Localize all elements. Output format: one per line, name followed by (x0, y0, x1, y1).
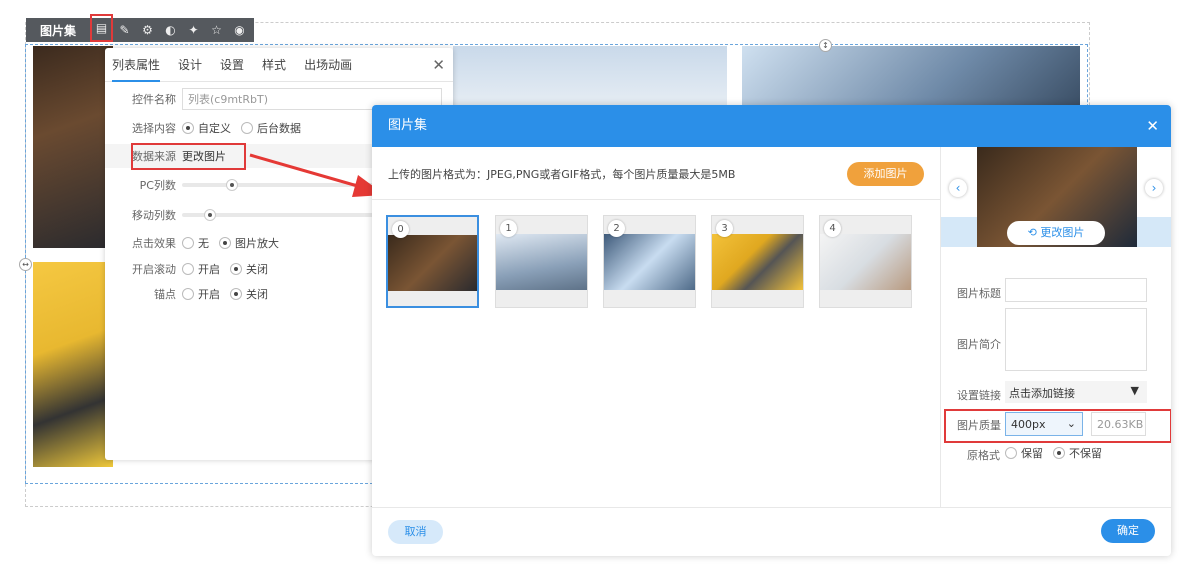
format-radio-discard[interactable]: 不保留 (1053, 445, 1102, 461)
tab-animation[interactable]: 出场动画 (304, 48, 352, 82)
mobile-cols-label: 移动列数 (132, 209, 176, 222)
link-label: 设置链接 (957, 389, 1001, 402)
tab-design[interactable]: 设计 (178, 48, 202, 82)
star-icon[interactable]: ☆ (205, 18, 228, 42)
click-radio-zoom[interactable]: 图片放大 (219, 235, 279, 251)
confirm-button[interactable]: 确定 (1101, 519, 1155, 543)
thumb-3[interactable]: 3 (711, 215, 804, 308)
panel-tabs: 列表属性 设计 设置 样式 出场动画 ✕ (105, 48, 453, 82)
anchor-radio-on[interactable]: 开启 (182, 286, 220, 302)
content-label: 选择内容 (132, 122, 176, 135)
resize-handle-top[interactable]: ↕ (819, 39, 832, 52)
refresh-icon: ⟲ (1027, 226, 1041, 239)
content-radio-custom[interactable]: 自定义 (182, 120, 231, 136)
click-radio-none[interactable]: 无 (182, 235, 209, 251)
title-label: 图片标题 (957, 287, 1001, 300)
list-settings-icon[interactable]: ▤ (90, 14, 114, 42)
tab-style[interactable]: 样式 (262, 48, 286, 82)
tab-settings[interactable]: 设置 (220, 48, 244, 82)
control-name-label: 控件名称 (132, 93, 176, 106)
quality-select[interactable]: 400px ⌄ (1005, 412, 1083, 436)
add-image-button[interactable]: 添加图片 (847, 162, 924, 186)
quality-size: 20.63KB (1091, 412, 1146, 436)
scroll-radio-on[interactable]: 开启 (182, 261, 220, 277)
scroll-radio-off[interactable]: 关闭 (230, 261, 268, 277)
gallery-modal: 图片集 ✕ 上传的图片格式为：JPEG,PNG或者GIF格式，每个图片质量最大是5… (372, 105, 1171, 556)
mobile-cols-slider[interactable] (182, 209, 382, 221)
cancel-button[interactable]: 取消 (388, 520, 443, 544)
modal-header: 图片集 ✕ (372, 105, 1171, 147)
thumb-4[interactable]: 4 (819, 215, 912, 308)
close-icon[interactable]: ✕ (432, 56, 445, 74)
modal-title: 图片集 (388, 118, 428, 133)
change-image-button[interactable]: ⟲ 更改图片 (1007, 221, 1105, 245)
desc-textarea[interactable] (1005, 308, 1147, 371)
caret-down-icon: ▼ (1130, 384, 1139, 397)
gear-icon[interactable]: ⚙ (136, 18, 159, 42)
component-toolbar: 图片集 ▤ ✎ ⚙ ◐ ✦ ☆ ◉ (26, 14, 254, 42)
toolbar-title: 图片集 (40, 23, 77, 38)
thumb-2[interactable]: 2 (603, 215, 696, 308)
upload-hint: 上传的图片格式为：JPEG,PNG或者GIF格式，每个图片质量最大是5MB (388, 168, 736, 181)
format-label: 原格式 (967, 449, 1000, 462)
image-detail-panel: ⟲ 更改图片 ‹ › 图片标题 图片简介 设置链接 点击添加链接 ▼ 图片质量 4… (941, 147, 1171, 507)
chevron-down-icon: ⌄ (1066, 417, 1076, 430)
pc-cols-label: PC列数 (139, 179, 176, 192)
resize-handle-left[interactable]: ↔ (19, 258, 32, 271)
tab-list-properties[interactable]: 列表属性 (112, 48, 161, 82)
eye-icon[interactable]: ◉ (228, 18, 251, 42)
quality-label: 图片质量 (957, 419, 1001, 432)
thumb-0[interactable]: 0 (386, 215, 479, 308)
prev-arrow-icon[interactable]: ‹ (949, 179, 967, 197)
close-icon[interactable]: ✕ (1146, 105, 1159, 147)
scroll-label: 开启滚动 (132, 263, 176, 276)
source-highlight (131, 143, 246, 170)
anchor-label: 锚点 (154, 288, 176, 301)
next-arrow-icon[interactable]: › (1145, 179, 1163, 197)
magic-wand-icon[interactable]: ✎ (113, 18, 136, 42)
anchor-radio-off[interactable]: 关闭 (230, 286, 268, 302)
modal-hint-bar: 上传的图片格式为：JPEG,PNG或者GIF格式，每个图片质量最大是5MB 添加… (372, 147, 940, 200)
link-select[interactable]: 点击添加链接 ▼ (1005, 381, 1147, 403)
format-radio-keep[interactable]: 保留 (1005, 445, 1043, 461)
thumb-1[interactable]: 1 (495, 215, 588, 308)
red-arrow (249, 153, 385, 197)
content-radio-backend[interactable]: 后台数据 (241, 120, 301, 136)
desc-label: 图片简介 (957, 338, 1001, 351)
title-input[interactable] (1005, 278, 1147, 302)
sparkle-icon[interactable]: ✦ (182, 18, 205, 42)
palette-icon[interactable]: ◐ (159, 18, 182, 42)
click-label: 点击效果 (132, 237, 176, 250)
